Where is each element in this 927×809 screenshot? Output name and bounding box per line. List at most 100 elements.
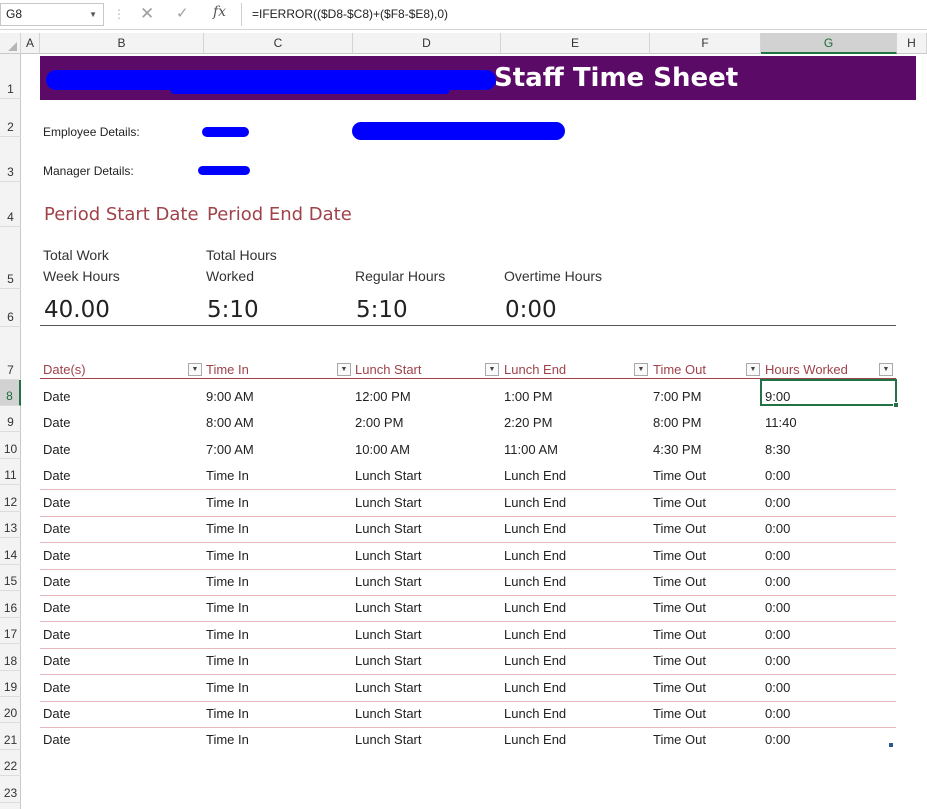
cell-lunch-end[interactable]: Lunch End <box>504 732 566 747</box>
row-header-9[interactable]: 9 <box>0 406 21 432</box>
cell-time-out[interactable]: Time Out <box>653 653 706 668</box>
period-end-label[interactable]: Period End Date <box>207 204 352 225</box>
filter-dates-icon[interactable]: ▼ <box>188 363 202 376</box>
column-header-b[interactable]: B <box>40 33 204 54</box>
column-header-e[interactable]: E <box>501 33 650 54</box>
row-header-2[interactable]: 2 <box>0 99 21 137</box>
row-header-12[interactable]: 12 <box>0 485 21 512</box>
name-box[interactable]: G8 ▼ <box>0 3 104 26</box>
filter-lunch-end-icon[interactable]: ▼ <box>634 363 648 376</box>
enter-icon[interactable]: ✓ <box>176 4 189 22</box>
cell-date[interactable]: Date <box>43 495 70 510</box>
cell-time-in[interactable]: Time In <box>206 627 249 642</box>
cell-lunch-start[interactable]: 2:00 PM <box>355 415 403 430</box>
cell-date[interactable]: Date <box>43 574 70 589</box>
row-header-4[interactable]: 4 <box>0 182 21 227</box>
cell-time-in[interactable]: Time In <box>206 495 249 510</box>
row-header-1[interactable]: 1 <box>0 54 21 99</box>
cell-time-out[interactable]: Time Out <box>653 468 706 483</box>
cell-date[interactable]: Date <box>43 732 70 747</box>
filter-lunch-start-icon[interactable]: ▼ <box>485 363 499 376</box>
overtime-hours-value[interactable]: 0:00 <box>505 297 557 323</box>
cell-date[interactable]: Date <box>43 706 70 721</box>
table-resize-handle[interactable] <box>889 743 893 747</box>
cell-lunch-start[interactable]: Lunch Start <box>355 732 422 747</box>
cell-lunch-start[interactable]: Lunch Start <box>355 600 422 615</box>
row-header-22[interactable]: 22 <box>0 750 21 776</box>
column-header-h[interactable]: H <box>897 33 927 54</box>
cell-time-out[interactable]: Time Out <box>653 521 706 536</box>
cell-lunch-end[interactable]: Lunch End <box>504 548 566 563</box>
cell-date[interactable]: Date <box>43 415 70 430</box>
cell-time-in[interactable]: 7:00 AM <box>206 442 254 457</box>
cell-time-in[interactable]: Time In <box>206 680 249 695</box>
row-header-14[interactable]: 14 <box>0 538 21 565</box>
cell-date[interactable]: Date <box>43 600 70 615</box>
cell-hours-worked[interactable]: 11:40 <box>765 415 797 430</box>
cell-hours-worked[interactable]: 0:00 <box>765 495 790 510</box>
header-lunch-end[interactable]: Lunch End <box>504 362 566 378</box>
cell-time-out[interactable]: Time Out <box>653 627 706 642</box>
total-hours-value[interactable]: 5:10 <box>207 297 259 323</box>
cell-time-in[interactable]: Time In <box>206 468 249 483</box>
cell-time-in[interactable]: Time In <box>206 600 249 615</box>
column-header-a[interactable]: A <box>21 33 40 54</box>
cell-lunch-start[interactable]: Lunch Start <box>355 521 422 536</box>
cell-time-out[interactable]: Time Out <box>653 732 706 747</box>
cell-hours-worked[interactable]: 0:00 <box>765 521 790 536</box>
fill-handle[interactable] <box>893 402 899 408</box>
cell-lunch-start[interactable]: Lunch Start <box>355 653 422 668</box>
cell-lunch-end[interactable]: Lunch End <box>504 600 566 615</box>
cell-lunch-start[interactable]: Lunch Start <box>355 548 422 563</box>
row-header-19[interactable]: 19 <box>0 671 21 697</box>
cell-lunch-end[interactable]: Lunch End <box>504 680 566 695</box>
name-box-dropdown-icon[interactable]: ▼ <box>89 4 97 25</box>
formula-input[interactable]: =IFERROR(($D8-$C8)+($F8-$E8),0) <box>252 7 448 21</box>
cell-lunch-start[interactable]: 10:00 AM <box>355 442 410 457</box>
cell-lunch-end[interactable]: Lunch End <box>504 653 566 668</box>
cell-time-out[interactable]: 7:00 PM <box>653 389 701 404</box>
period-start-label[interactable]: Period Start Date <box>44 204 199 225</box>
cell-lunch-end[interactable]: 2:20 PM <box>504 415 552 430</box>
header-time-out[interactable]: Time Out <box>653 362 706 378</box>
row-header-16[interactable]: 16 <box>0 591 21 618</box>
row-header-5[interactable]: 5 <box>0 227 21 289</box>
cell-time-in[interactable]: 8:00 AM <box>206 415 254 430</box>
row-header-15[interactable]: 15 <box>0 565 21 591</box>
row-header-20[interactable]: 20 <box>0 697 21 723</box>
cell-hours-worked[interactable]: 0:00 <box>765 600 790 615</box>
column-header-f[interactable]: F <box>650 33 761 54</box>
active-cell-selection[interactable] <box>760 379 899 408</box>
cell-hours-worked[interactable]: 0:00 <box>765 732 790 747</box>
column-header-d[interactable]: D <box>353 33 501 54</box>
cell-lunch-end[interactable]: 1:00 PM <box>504 389 552 404</box>
header-lunch-start[interactable]: Lunch Start <box>355 362 422 378</box>
cell-hours-worked[interactable]: 0:00 <box>765 706 790 721</box>
row-header-7[interactable]: 7 <box>0 327 21 380</box>
total-work-week-value[interactable]: 40.00 <box>44 297 110 323</box>
cell-date[interactable]: Date <box>43 653 70 668</box>
row-header-10[interactable]: 10 <box>0 432 21 459</box>
cell-lunch-end[interactable]: 11:00 AM <box>504 442 558 457</box>
column-header-c[interactable]: C <box>204 33 353 54</box>
row-header-8[interactable]: 8 <box>0 380 21 406</box>
cell-date[interactable]: Date <box>43 442 70 457</box>
cell-lunch-end[interactable]: Lunch End <box>504 574 566 589</box>
row-header-11[interactable]: 11 <box>0 459 21 485</box>
header-dates[interactable]: Date(s) <box>43 362 86 378</box>
header-hours-worked[interactable]: Hours Worked <box>765 362 848 378</box>
insert-function-icon[interactable]: fx <box>213 4 226 20</box>
cell-time-out[interactable]: 8:00 PM <box>653 415 701 430</box>
cell-lunch-start[interactable]: 12:00 PM <box>355 389 411 404</box>
cell-date[interactable]: Date <box>43 548 70 563</box>
filter-time-out-icon[interactable]: ▼ <box>746 363 760 376</box>
cell-time-in[interactable]: 9:00 AM <box>206 389 254 404</box>
cell-hours-worked[interactable]: 0:00 <box>765 468 790 483</box>
cell-lunch-start[interactable]: Lunch Start <box>355 468 422 483</box>
cell-time-out[interactable]: Time Out <box>653 574 706 589</box>
cell-date[interactable]: Date <box>43 627 70 642</box>
cell-hours-worked[interactable]: 8:30 <box>765 442 790 457</box>
cell-hours-worked[interactable]: 0:00 <box>765 548 790 563</box>
cell-time-in[interactable]: Time In <box>206 521 249 536</box>
row-header-18[interactable]: 18 <box>0 644 21 671</box>
